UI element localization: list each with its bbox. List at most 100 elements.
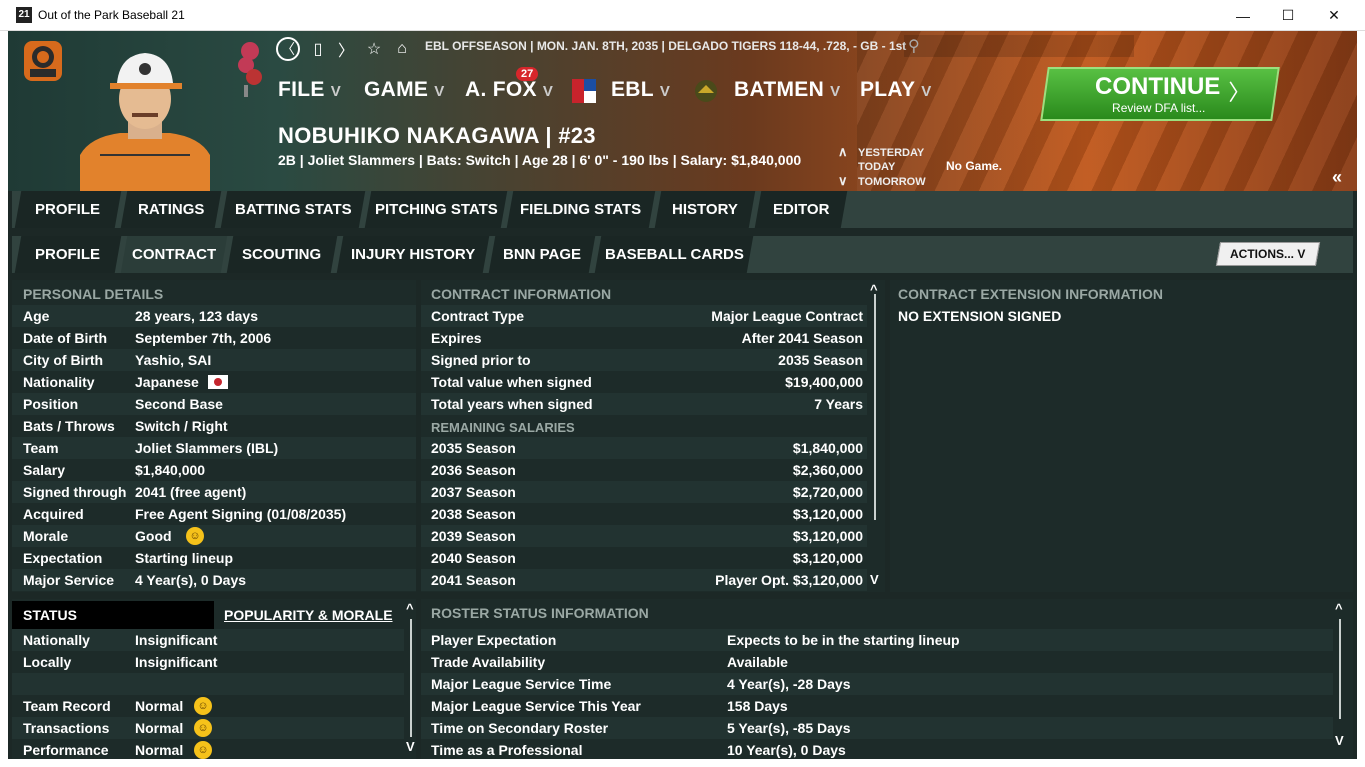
smiley-icon: ☺	[194, 697, 212, 715]
menu-team[interactable]: BATMEN V	[734, 78, 840, 102]
subtab-baseball-cards[interactable]: BASEBALL CARDS	[594, 236, 754, 273]
subtab-injury-history[interactable]: INJURY HISTORY	[336, 236, 490, 273]
app-icon: 21	[16, 7, 32, 23]
actions-button[interactable]: ACTIONS... V	[1215, 242, 1321, 266]
personal-detail-row: Salary $1,840,000	[12, 459, 416, 481]
home-icon[interactable]: ⌂	[392, 40, 412, 58]
roster-row-value: Available	[727, 654, 788, 670]
personal-details-title: PERSONAL DETAILS	[23, 286, 164, 302]
personal-detail-row: Nationality Japanese	[12, 371, 416, 393]
personal-detail-row-label: Date of Birth	[23, 330, 107, 346]
contract-row-value: $19,400,000	[785, 374, 863, 390]
chevron-right-icon: 〉	[1228, 80, 1251, 105]
menu-game[interactable]: GAME V	[364, 78, 445, 102]
personal-detail-row-value: Yashio, SAI	[135, 352, 212, 368]
tab-status[interactable]: STATUS	[12, 601, 214, 629]
contract-row: Signed prior to 2035 Season	[421, 349, 867, 371]
league-logo-icon	[572, 79, 596, 103]
personal-detail-row-value: Free Agent Signing (01/08/2035)	[135, 506, 347, 522]
contract-row: Total value when signed $19,400,000	[421, 371, 867, 393]
extension-value: NO EXTENSION SIGNED	[898, 308, 1062, 324]
tomorrow-link[interactable]: ∨ TOMORROW	[838, 174, 926, 189]
personal-detail-row-value: Japanese	[135, 374, 199, 390]
personal-detail-row-value: Good	[135, 528, 172, 544]
salary-row: 2038 Season $3,120,000	[421, 503, 867, 525]
tab-pitching-stats[interactable]: PITCHING STATS	[364, 191, 508, 228]
roster-row-label: Time on Secondary Roster	[431, 720, 609, 736]
subtab-contract[interactable]: CONTRACT	[120, 236, 228, 273]
main-tab-bar: PROFILE RATINGS BATTING STATS PITCHING S…	[12, 191, 1353, 228]
tab-batting-stats[interactable]: BATTING STATS	[220, 191, 366, 228]
notification-badge: 27	[516, 67, 539, 81]
search-input[interactable]: ⚲	[904, 35, 1134, 57]
game-status-info[interactable]: EBL OFFSEASON | MON. JAN. 8TH, 2035 | DE…	[425, 39, 906, 53]
smiley-icon: ☺	[194, 719, 212, 737]
window-bottom-edge	[0, 759, 1365, 767]
contract-row-value: Major League Contract	[711, 308, 863, 324]
menu-file[interactable]: FILE V	[278, 78, 341, 102]
contract-row-label: Contract Type	[431, 308, 525, 324]
tab-profile[interactable]: PROFILE	[14, 191, 122, 228]
scroll-up-icon[interactable]: ^	[870, 282, 878, 297]
menu-manager[interactable]: A. FOX V	[465, 78, 553, 102]
scroll-up-icon[interactable]: ^	[406, 601, 414, 616]
maximize-button[interactable]: ☐	[1265, 0, 1311, 31]
forward-icon[interactable]: 〉	[336, 37, 356, 61]
contract-row-value: 2035 Season	[778, 352, 863, 368]
roster-row: Time on Secondary Roster 5 Year(s), -85 D…	[421, 717, 1333, 739]
status-row-label: Locally	[23, 654, 72, 670]
contract-row-label: Signed prior to	[431, 352, 531, 368]
tab-popularity-morale[interactable]: POPULARITY & MORALE	[224, 607, 393, 623]
subtab-profile[interactable]: PROFILE	[14, 236, 122, 273]
personal-detail-row-label: Position	[23, 396, 79, 412]
extension-title: CONTRACT EXTENSION INFORMATION	[898, 286, 1163, 302]
status-row: Performance Normal ☺	[12, 739, 404, 759]
roster-row-value: 10 Year(s), 0 Days	[727, 742, 846, 758]
status-row-value: Insignificant	[135, 654, 218, 670]
salary-row-label: 2039 Season	[431, 528, 516, 544]
status-row	[12, 673, 404, 695]
status-row-value: Normal	[135, 698, 184, 714]
salary-row-label: 2040 Season	[431, 550, 516, 566]
close-button[interactable]: ✕	[1311, 0, 1357, 31]
star-icon[interactable]: ☆	[364, 39, 384, 59]
title-bar: 21 Out of the Park Baseball 21 — ☐ ✕	[0, 0, 1365, 31]
yesterday-link[interactable]: ∧ YESTERDAY	[838, 145, 926, 160]
sub-tab-bar: PROFILE CONTRACT SCOUTING INJURY HISTORY…	[12, 236, 1353, 273]
personal-detail-row: Major Service 4 Year(s), 0 Days	[12, 569, 416, 591]
tab-editor[interactable]: EDITOR	[754, 191, 848, 228]
menu-play[interactable]: PLAY V	[860, 78, 932, 102]
personal-detail-row-value: 28 years, 123 days	[135, 308, 258, 324]
tab-fielding-stats[interactable]: FIELDING STATS	[506, 191, 656, 228]
scroll-up-icon[interactable]: ^	[1335, 601, 1343, 616]
roster-scrollbar[interactable]	[1339, 619, 1341, 719]
personal-detail-row: Team Joliet Slammers (IBL)	[12, 437, 416, 459]
bookmark-icon[interactable]: ▯	[308, 39, 328, 59]
contract-scrollbar[interactable]	[874, 294, 876, 520]
tab-ratings[interactable]: RATINGS	[120, 191, 222, 228]
player-portrait	[80, 53, 210, 191]
continue-button[interactable]: CONTINUE Review DFA list... 〉	[1040, 67, 1280, 121]
header: 〈 ▯ 〉 ☆ ⌂ EBL OFFSEASON | MON. JAN. 8TH,…	[8, 31, 1357, 191]
personal-detail-row: Expectation Starting lineup	[12, 547, 416, 569]
minimize-button[interactable]: —	[1220, 0, 1266, 31]
team-logo-icon[interactable]	[18, 39, 68, 83]
menu-league[interactable]: EBL V	[611, 78, 670, 102]
tab-history[interactable]: HISTORY	[654, 191, 756, 228]
scroll-down-icon[interactable]: V	[1335, 733, 1344, 748]
roster-row-value: 158 Days	[727, 698, 788, 714]
scroll-down-icon[interactable]: V	[406, 739, 415, 754]
back-icon[interactable]: 〈	[276, 37, 300, 61]
collapse-icon[interactable]: «	[1332, 167, 1342, 188]
scroll-down-icon[interactable]: V	[870, 572, 879, 587]
contract-row: Contract Type Major League Contract	[421, 305, 867, 327]
roster-row-value: 5 Year(s), -85 Days	[727, 720, 851, 736]
salary-row-value: $1,840,000	[792, 440, 863, 456]
status-scrollbar[interactable]	[410, 619, 412, 737]
salary-row-value: Player Opt. $3,120,000	[715, 572, 863, 588]
roster-status-panel: ROSTER STATUS INFORMATION Player Expecta…	[421, 599, 1353, 759]
salary-row: 2037 Season $2,720,000	[421, 481, 867, 503]
personal-detail-row-value: 4 Year(s), 0 Days	[135, 572, 247, 588]
subtab-bnn-page[interactable]: BNN PAGE	[488, 236, 596, 273]
subtab-scouting[interactable]: SCOUTING	[226, 236, 338, 273]
